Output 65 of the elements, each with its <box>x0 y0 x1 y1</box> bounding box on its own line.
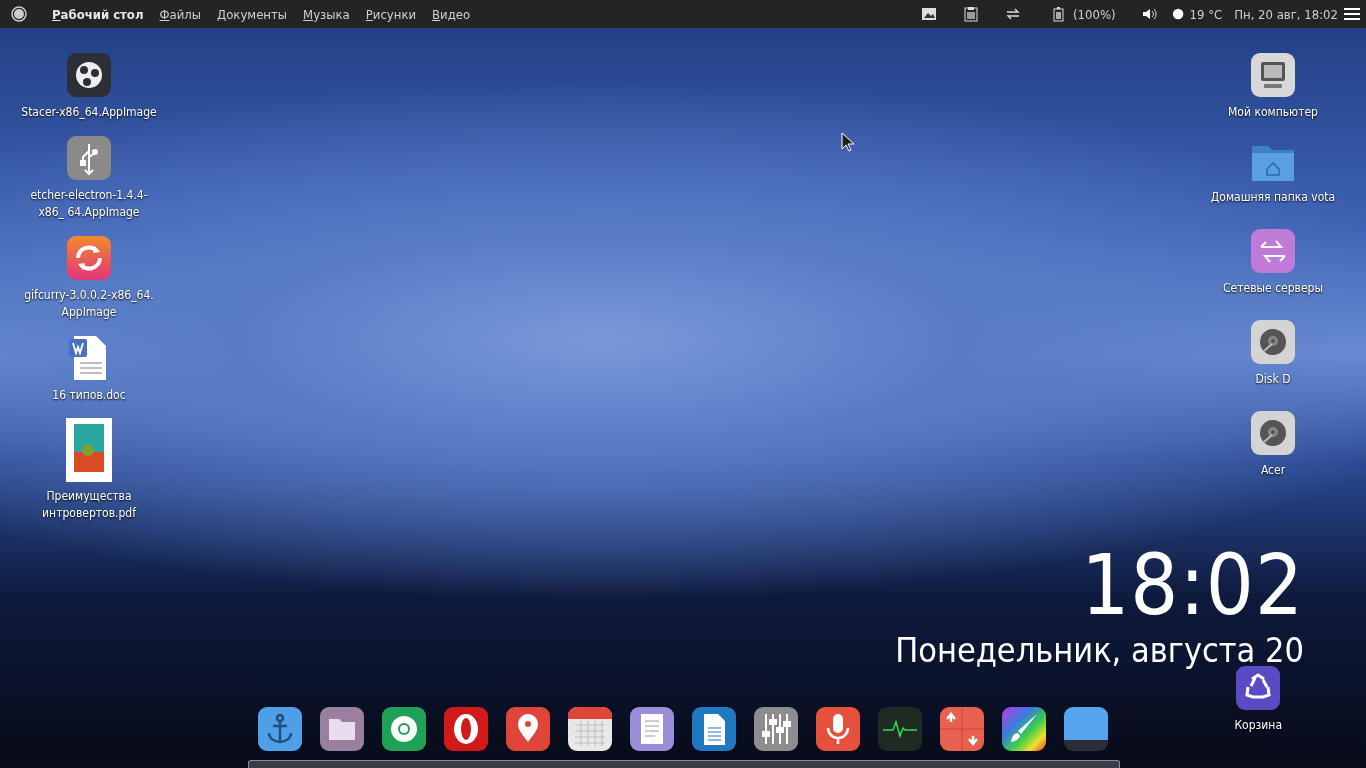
dock-app-button[interactable] <box>567 706 613 752</box>
microphone-icon <box>815 706 861 752</box>
desktop-icon-label[interactable]: Мой компьютер <box>1228 104 1318 121</box>
map-pin-icon <box>505 706 551 752</box>
panel-menu-link[interactable]: Рисунки <box>365 6 417 22</box>
menu-icon[interactable] <box>1342 6 1360 22</box>
pulse-icon <box>877 706 923 752</box>
panel-menu-link[interactable]: Документы <box>217 6 288 22</box>
clock-date: Понедельник, августа 20 <box>895 630 1304 670</box>
dock-app-button[interactable] <box>505 706 551 752</box>
dock-app-button[interactable] <box>939 706 985 752</box>
dock-app-button[interactable] <box>443 706 489 752</box>
dock-app-button[interactable] <box>1063 706 1109 752</box>
mouse-cursor-icon <box>841 132 855 152</box>
desktop-icon-label[interactable]: etcher-electron-1.4.4-x86_ 64.AppImage <box>19 187 159 221</box>
sliders-icon <box>753 706 799 752</box>
up-down-arrows-icon <box>939 706 985 752</box>
battery-percent: (100%) <box>1073 6 1116 22</box>
dock-app-button[interactable] <box>629 706 675 752</box>
desktop-icon-label[interactable]: Stacer-x86_64.AppImage <box>21 104 157 121</box>
weather-icon[interactable] <box>1171 6 1186 22</box>
paintbrush-icon <box>1001 706 1047 752</box>
arrows-icon <box>1250 228 1296 274</box>
calendar-icon <box>567 706 613 752</box>
usb-icon <box>66 135 112 181</box>
book-cover-icon <box>66 418 112 482</box>
window-icon <box>1063 706 1109 752</box>
panel-menu-link[interactable]: Рабочий стол <box>52 6 144 22</box>
desktop-icon-label[interactable]: Преимущества интровертов.pdf <box>19 488 159 522</box>
desktop-icon-label[interactable]: Домашняя папка vota <box>1210 189 1336 206</box>
dock-app-button[interactable] <box>257 706 303 752</box>
dock-app-button[interactable] <box>753 706 799 752</box>
browser-icon <box>381 706 427 752</box>
panel-menu-link[interactable]: Музыка <box>303 6 350 22</box>
document-icon <box>629 706 675 752</box>
app-icon <box>66 52 112 98</box>
dock-app-button[interactable] <box>815 706 861 752</box>
clipboard-icon[interactable] <box>963 6 980 22</box>
text-document-icon <box>691 706 737 752</box>
sync-icon <box>66 235 112 281</box>
panel-menu-link[interactable]: Видео <box>432 6 471 22</box>
letter-o-icon <box>443 706 489 752</box>
folder-icon <box>319 706 365 752</box>
dock-app-button[interactable] <box>877 706 923 752</box>
desktop-icon-label[interactable]: Acer <box>1260 462 1286 479</box>
desktop-icon-label[interactable]: Disk D <box>1255 371 1291 388</box>
panel-menu-link[interactable]: Файлы <box>159 6 202 22</box>
dock-app-button[interactable] <box>319 706 365 752</box>
home-folder-icon <box>1250 143 1296 183</box>
date-time[interactable]: Пн, 20 авг, 18:02 <box>1234 6 1338 22</box>
desktop-icon-label[interactable]: Корзина <box>1234 717 1282 734</box>
volume-icon[interactable] <box>1141 6 1158 22</box>
dock-app-button[interactable] <box>381 706 427 752</box>
clock-time: 18:02 <box>1081 540 1304 630</box>
temperature: 19 °C <box>1189 6 1223 22</box>
desktop-icon-label[interactable]: gifcurry-3.0.0.2-x86_64. AppImage <box>19 287 159 321</box>
dock-app-button[interactable] <box>1001 706 1047 752</box>
image-icon[interactable] <box>921 6 938 22</box>
desktop-icon-label[interactable]: Сетевые серверы <box>1223 280 1323 297</box>
menu-circle-icon[interactable] <box>10 6 28 22</box>
arrows-icon[interactable] <box>1005 6 1022 22</box>
anchor-icon <box>257 706 303 752</box>
desktop-icon-label[interactable]: 16 типов.doc <box>52 387 126 404</box>
computer-icon <box>1250 52 1296 98</box>
dock-app-button[interactable] <box>691 706 737 752</box>
